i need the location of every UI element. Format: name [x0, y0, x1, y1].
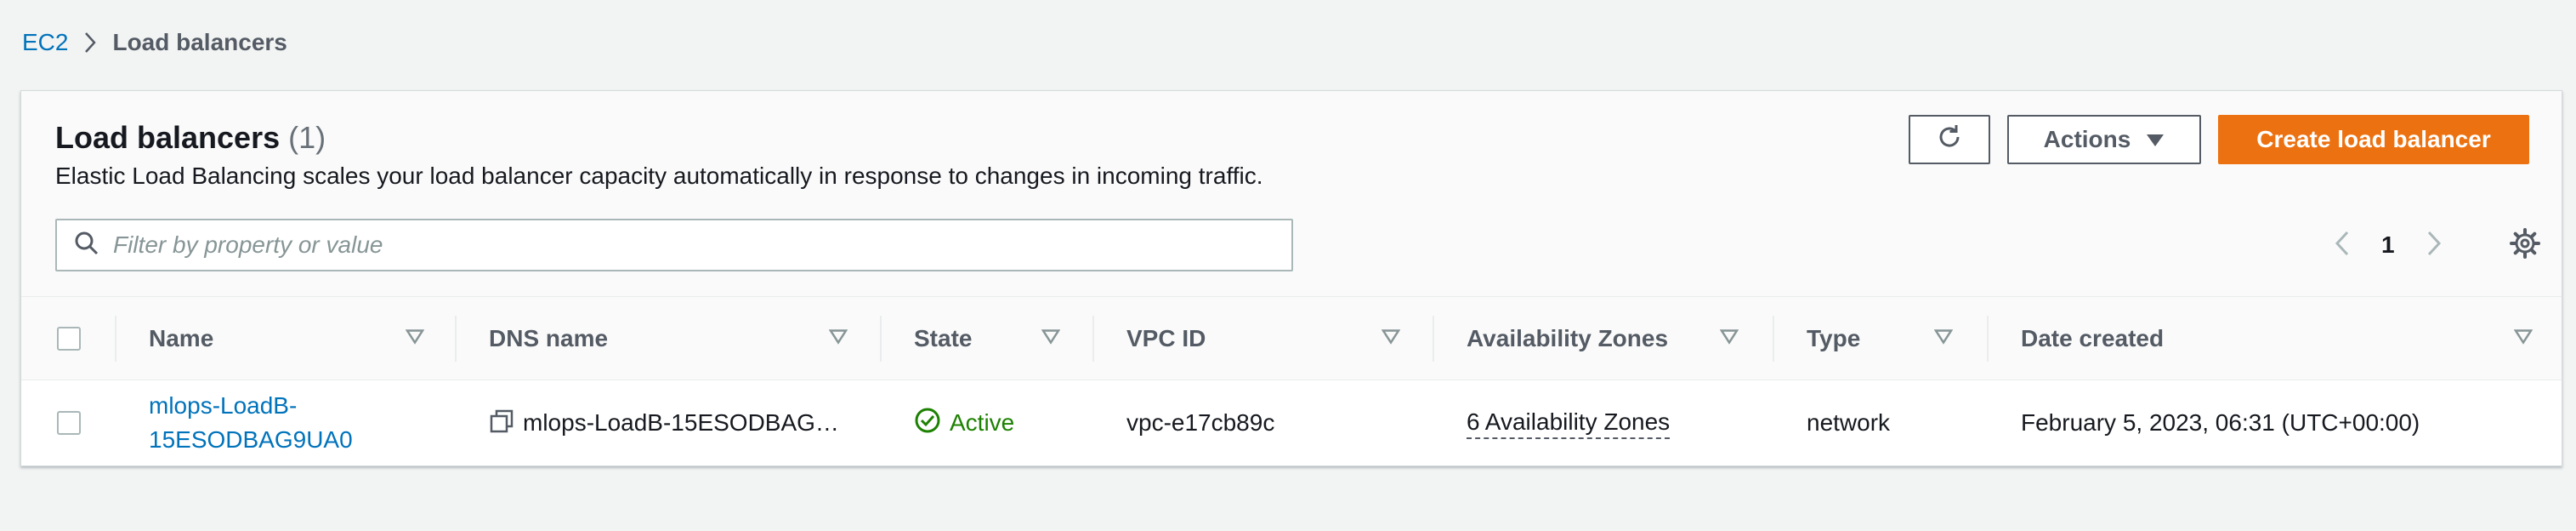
page-title: Load balancers (1)	[55, 120, 326, 156]
table-header: Name DNS name State VPC ID Availability …	[21, 297, 2562, 380]
column-header-label: Type	[1807, 324, 1861, 351]
sort-triangle-icon[interactable]	[828, 328, 848, 348]
copy-icon[interactable]	[489, 408, 514, 438]
gear-icon[interactable]	[2509, 227, 2541, 264]
page-title-text: Load balancers	[55, 120, 281, 155]
column-header-label: DNS name	[489, 324, 609, 351]
breadcrumb-current: Load balancers	[112, 29, 287, 55]
search-icon	[74, 231, 99, 260]
filter-input[interactable]	[113, 231, 1269, 259]
actions-dropdown-button[interactable]: Actions	[2007, 115, 2201, 164]
column-header-label: Date created	[2021, 324, 2165, 351]
cell-dns-name: mlops-LoadB-15ESODBAG…	[489, 380, 839, 465]
date-created-text: February 5, 2023, 06:31 (UTC+00:00)	[2021, 409, 2420, 436]
chevron-right-icon	[83, 31, 97, 54]
column-divider	[115, 316, 116, 362]
load-balancer-name-link[interactable]: mlops-LoadB- 15ESODBAG9UA0	[149, 389, 353, 457]
sort-triangle-icon[interactable]	[1381, 328, 1401, 348]
chevron-right-icon[interactable]	[2426, 230, 2443, 261]
panel-header: Load balancers (1) Elastic Load Balancin…	[21, 91, 2562, 297]
row-select-cell	[57, 380, 81, 465]
filter-box	[55, 219, 1293, 271]
load-balancer-count: (1)	[288, 120, 326, 155]
name-line-1: mlops-LoadB-	[149, 392, 298, 419]
name-line-2: 15ESODBAG9UA0	[149, 426, 353, 453]
availability-zones-popover-trigger[interactable]: 6 Availability Zones	[1467, 407, 1671, 439]
cell-type: network	[1807, 380, 1890, 465]
caret-down-icon	[2146, 126, 2165, 153]
select-all-checkbox[interactable]	[57, 326, 81, 351]
check-circle-icon	[914, 407, 941, 440]
cell-name: mlops-LoadB- 15ESODBAG9UA0	[149, 380, 353, 465]
column-header-type[interactable]: Type	[1807, 297, 1860, 380]
breadcrumb-ec2-link[interactable]: EC2	[22, 29, 68, 56]
page-number-1[interactable]: 1	[2381, 231, 2395, 259]
column-header-state[interactable]: State	[914, 297, 972, 380]
pagination: 1	[2334, 224, 2443, 266]
column-header-dns-name[interactable]: DNS name	[489, 297, 608, 380]
status-text: Active	[950, 409, 1015, 436]
column-header-label: State	[914, 324, 973, 351]
column-header-vpc-id[interactable]: VPC ID	[1126, 297, 1206, 380]
sort-triangle-icon[interactable]	[1933, 328, 1954, 348]
column-header-availability-zones[interactable]: Availability Zones	[1467, 297, 1668, 380]
status-badge: Active	[914, 407, 1014, 440]
refresh-button[interactable]	[1909, 115, 1990, 164]
column-divider	[1773, 316, 1774, 362]
sort-triangle-icon[interactable]	[1719, 328, 1739, 348]
type-text: network	[1807, 409, 1891, 436]
refresh-icon	[1935, 123, 1964, 157]
sort-triangle-icon[interactable]	[2513, 328, 2533, 348]
column-divider	[1987, 316, 1989, 362]
create-load-balancer-button[interactable]: Create load balancer	[2218, 115, 2529, 164]
column-header-label: VPC ID	[1126, 324, 1206, 351]
column-divider	[1433, 316, 1434, 362]
column-header-date-created[interactable]: Date created	[2021, 297, 2164, 380]
column-divider	[1092, 316, 1094, 362]
load-balancers-panel: Load balancers (1) Elastic Load Balancin…	[20, 90, 2562, 466]
cell-availability-zones: 6 Availability Zones	[1467, 380, 1671, 465]
cell-date-created: February 5, 2023, 06:31 (UTC+00:00)	[2021, 380, 2420, 465]
column-divider	[455, 316, 457, 362]
sort-triangle-icon[interactable]	[405, 328, 425, 348]
actions-label: Actions	[2043, 126, 2131, 152]
column-divider	[880, 316, 882, 362]
dns-name-copy: mlops-LoadB-15ESODBAG…	[489, 408, 839, 438]
vpc-id-text: vpc-e17cb89c	[1126, 409, 1275, 436]
breadcrumb: EC2 Load balancers	[22, 26, 287, 60]
cell-vpc-id: vpc-e17cb89c	[1126, 380, 1274, 465]
cell-state: Active	[914, 380, 1014, 465]
column-header-label: Availability Zones	[1467, 324, 1669, 351]
sort-triangle-icon[interactable]	[1041, 328, 1061, 348]
dns-name-text: mlops-LoadB-15ESODBAG…	[523, 409, 839, 436]
column-header-name[interactable]: Name	[149, 297, 213, 380]
row-checkbox[interactable]	[57, 411, 81, 435]
select-all-cell	[57, 297, 81, 380]
chevron-left-icon[interactable]	[2334, 230, 2351, 261]
table-row: mlops-LoadB- 15ESODBAG9UA0 mlops-LoadB-1…	[21, 380, 2562, 465]
column-header-label: Name	[149, 324, 214, 351]
panel-description: Elastic Load Balancing scales your load …	[55, 163, 1263, 189]
